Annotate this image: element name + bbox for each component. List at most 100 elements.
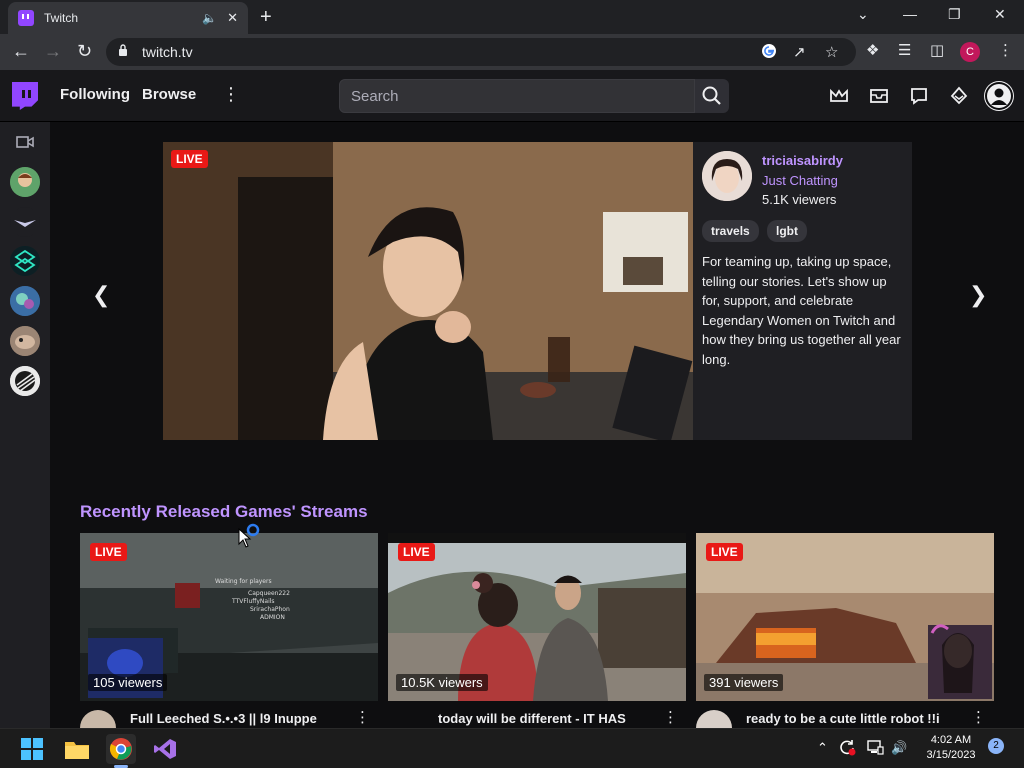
tab-search-chevron-icon[interactable]: ⌄ [857,6,869,23]
featured-stream-description: For teaming up, taking up space, telling… [702,254,901,367]
sidebar-channel-avatar-6[interactable] [10,366,40,396]
loading-spinner-icon [246,523,260,537]
stream-tag[interactable]: lgbt [767,220,807,242]
live-badge: LIVE [90,543,127,561]
stream-card-title[interactable]: today will be different - IT HAS [438,711,663,726]
streamer-avatar[interactable] [388,710,424,728]
media-queue-icon[interactable]: ☰ [898,41,911,59]
stream-tag[interactable]: travels [702,220,759,242]
lock-icon [119,44,127,56]
windows-taskbar: ⌃ 🔊 4:02 AM 3/15/2023 2 [0,728,1024,768]
stream-card-meta: Full Leeched S.•.•3 || l9 Inuppe ⋮ [80,708,378,728]
followed-channels-sidebar [0,122,50,728]
prime-crown-icon[interactable] [829,86,849,106]
stream-card[interactable]: LIVE 10.5K viewers [388,533,686,701]
followed-channels-camera-icon[interactable] [16,135,34,149]
url-text: twitch.tv [142,44,193,60]
nav-browse-link[interactable]: Browse [142,86,196,103]
side-panel-icon[interactable]: ◫ [930,41,944,59]
twitch-logo-icon[interactable] [12,82,38,110]
close-window-icon[interactable]: ✕ [994,6,1006,23]
user-avatar[interactable] [984,81,1014,111]
address-bar[interactable]: twitch.tv ↗ ☆ [106,38,856,66]
share-icon[interactable]: ↗ [793,43,806,61]
forward-icon[interactable]: → [44,41,62,62]
browser-tab-twitch[interactable]: Twitch 🔈 ✕ [8,2,248,34]
whispers-icon[interactable] [909,86,929,106]
stream-card[interactable]: Waiting for players Capqueen222 TTVFluff… [80,533,378,701]
carousel-prev-icon[interactable]: ❮ [92,282,110,308]
more-menu-icon[interactable]: ⋮ [222,84,240,105]
viewer-count: 10.5K viewers [396,674,488,691]
live-badge: LIVE [398,543,435,561]
main-content: ❮ ❯ LIVE triciaisabirdy Just Chatting 5.… [50,122,1024,728]
nav-following-link[interactable]: Following [60,86,130,103]
new-tab-icon[interactable]: + [260,6,272,29]
featured-stream-info: triciaisabirdy Just Chatting 5.1K viewer… [693,142,912,440]
browser-tab-strip: Twitch 🔈 ✕ + ⌄ — ❐ ✕ [0,0,1024,34]
sidebar-channel-avatar-4[interactable] [10,286,40,316]
featured-stream-thumbnail [163,142,693,440]
inbox-icon[interactable] [869,86,889,106]
volume-icon[interactable]: 🔊 [891,740,907,756]
system-clock[interactable]: 4:02 AM 3/15/2023 [920,733,982,763]
featured-streamer-avatar[interactable] [702,151,752,201]
back-icon[interactable]: ← [12,41,30,62]
network-icon[interactable] [866,739,884,755]
clock-time: 4:02 AM [930,734,972,746]
extensions-puzzle-icon[interactable]: ❖ [866,41,879,59]
live-badge: LIVE [171,150,208,168]
speaker-icon[interactable]: 🔈 [202,11,217,25]
sidebar-channel-avatar-5[interactable] [10,326,40,356]
stream-card-title[interactable]: ready to be a cute little robot !!i [746,711,971,726]
file-explorer-icon[interactable] [62,734,92,764]
bits-gem-icon[interactable] [949,86,969,106]
svg-text:TTVFluffyNails: TTVFluffyNails [231,598,275,605]
close-tab-icon[interactable]: ✕ [227,10,238,26]
streamer-avatar[interactable] [80,710,116,728]
tab-title: Twitch [44,11,79,25]
featured-stream-video[interactable]: LIVE [163,142,693,440]
search-icon [702,86,721,105]
svg-text:ADMION: ADMION [260,614,285,621]
windows-start-icon[interactable] [17,734,47,764]
section-title[interactable]: Recently Released Games' Streams [80,502,368,522]
twitch-favicon-icon [18,10,34,26]
chrome-taskbar-icon[interactable] [106,734,136,764]
sidebar-channel-avatar-1[interactable] [10,167,40,197]
sidebar-channel-avatar-2[interactable] [10,207,40,237]
sync-alert-icon[interactable] [838,738,856,756]
featured-streamer-name[interactable]: triciaisabirdy [762,153,843,168]
google-icon[interactable] [761,43,777,63]
more-options-icon[interactable]: ⋮ [663,708,678,726]
show-hidden-icons-icon[interactable]: ⌃ [817,740,828,756]
sidebar-channel-avatar-3[interactable] [10,246,40,276]
reload-icon[interactable]: ↻ [77,41,92,62]
stream-card[interactable]: LIVE 391 viewers [696,533,994,701]
live-badge: LIVE [706,543,743,561]
svg-text:Waiting for players: Waiting for players [215,578,272,585]
featured-stream-category[interactable]: Just Chatting [762,173,838,188]
carousel-next-icon[interactable]: ❯ [969,282,987,308]
search-box [339,79,695,113]
restore-icon[interactable]: ❐ [948,6,961,23]
streamer-avatar[interactable] [696,710,732,728]
viewer-count: 391 viewers [704,674,784,691]
visual-studio-icon[interactable] [150,734,180,764]
stream-card-meta: ready to be a cute little robot !!i ⋮ [696,708,994,728]
browser-toolbar: ← → ↻ twitch.tv ↗ ☆ ❖ ☰ ◫ ⋮ [0,34,1024,70]
svg-text:Capqueen222: Capqueen222 [248,590,290,597]
stream-card-meta: today will be different - IT HAS ⋮ [388,708,686,728]
search-button[interactable] [695,79,729,113]
notification-badge[interactable]: 2 [988,738,1004,754]
more-options-icon[interactable]: ⋮ [971,708,986,726]
stream-card-title[interactable]: Full Leeched S.•.•3 || l9 Inuppe [130,711,355,726]
more-options-icon[interactable]: ⋮ [355,708,370,726]
browser-profile-avatar[interactable]: C [960,42,980,62]
minimize-icon[interactable]: — [903,6,917,22]
search-input[interactable] [340,80,694,112]
chrome-menu-icon[interactable]: ⋮ [998,41,1013,59]
viewer-count: 105 viewers [88,674,168,691]
bookmark-star-icon[interactable]: ☆ [825,43,838,61]
clock-date: 3/15/2023 [926,749,976,761]
